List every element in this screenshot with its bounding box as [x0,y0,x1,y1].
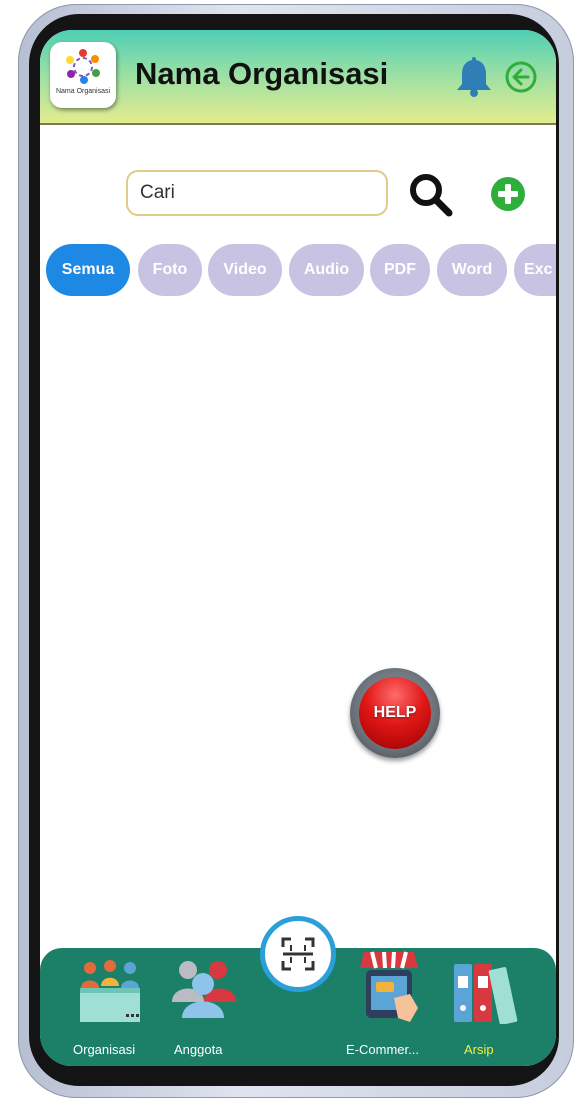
app-header: Nama Organisasi Nama Organisasi [40,30,556,125]
search-input[interactable] [126,170,388,216]
logo-people-circle-icon [66,49,100,84]
scan-button[interactable] [260,916,336,992]
chip-pdf[interactable]: PDF [370,244,430,296]
help-label: HELP [373,704,417,721]
ecommerce-icon [360,951,418,1022]
nav-label-ecommerce: E-Commer... [346,1042,419,1057]
plus-circle-icon[interactable] [490,176,526,212]
nav-item-anggota[interactable]: Anggota [164,948,244,1066]
chip-audio[interactable]: Audio [289,244,364,296]
arrow-left-circle-icon[interactable] [504,60,538,99]
nav-label-arsip: Arsip [464,1042,494,1057]
chip-semua[interactable]: Semua [46,244,130,296]
chip-video[interactable]: Video [208,244,282,296]
organization-icon [80,960,140,1022]
members-icon [172,961,236,1018]
nav-item-organisasi[interactable]: Organisasi [60,948,150,1066]
app-screen: Nama Organisasi Nama Organisasi Cari Sem… [40,30,556,1066]
nav-item-arsip[interactable]: Arsip [440,948,530,1066]
nav-label-anggota: Anggota [174,1042,223,1057]
archive-icon [454,964,518,1024]
chip-foto[interactable]: Foto [138,244,202,296]
chip-word[interactable]: Word [437,244,507,296]
organization-logo[interactable]: Nama Organisasi [50,42,116,108]
scan-icon [281,937,315,971]
nav-label-organisasi: Organisasi [73,1042,136,1057]
filter-chip-bar: Semua Foto Video Audio PDF Word Exc [46,244,556,298]
logo-text: Nama Organisasi [55,88,111,95]
page-title: Nama Organisasi [135,56,389,91]
search-icon[interactable] [406,170,456,220]
bell-icon[interactable] [454,56,494,103]
help-button-face: HELP [359,677,431,749]
chip-excel[interactable]: Exc [514,244,556,296]
help-button[interactable]: HELP [350,668,440,758]
nav-item-ecommerce[interactable]: E-Commer... [340,948,436,1066]
